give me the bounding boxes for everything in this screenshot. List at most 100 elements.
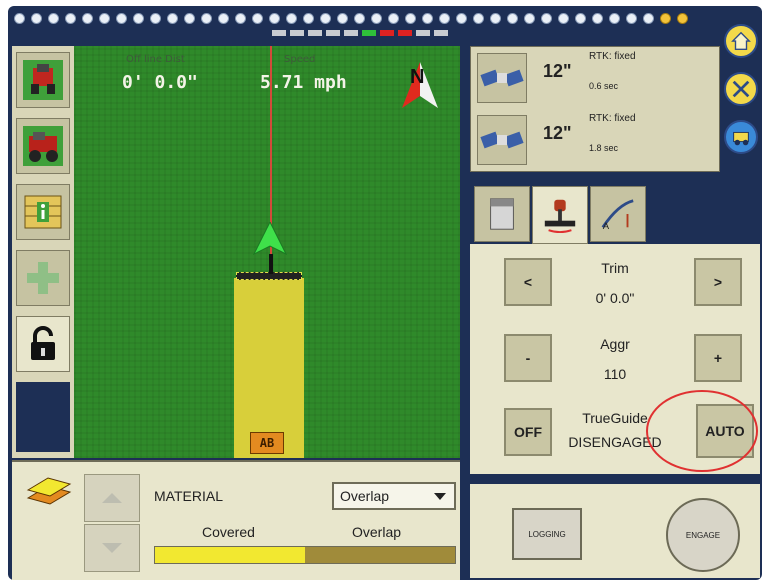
status-dot bbox=[133, 13, 144, 24]
truck-icon bbox=[23, 126, 63, 166]
ab-line-marker[interactable]: AB bbox=[250, 432, 284, 454]
tab-guidance[interactable]: A bbox=[590, 186, 646, 242]
coverage-panel: MATERIAL Overlap Covered Overlap bbox=[12, 460, 460, 580]
aggressiveness-label: Aggr bbox=[600, 336, 630, 352]
status-dot bbox=[507, 13, 518, 24]
coverage-bar bbox=[154, 546, 456, 564]
status-dot bbox=[303, 13, 314, 24]
side-icon-column bbox=[724, 20, 760, 160]
trim-increase-button[interactable]: > bbox=[694, 258, 742, 306]
scroll-down-button[interactable] bbox=[84, 524, 140, 572]
status-dot bbox=[218, 13, 229, 24]
status-dot bbox=[456, 13, 467, 24]
status-dot bbox=[337, 13, 348, 24]
status-dot bbox=[490, 13, 501, 24]
status-dot bbox=[643, 13, 654, 24]
status-dot bbox=[354, 13, 365, 24]
status-dot bbox=[269, 13, 280, 24]
status-led bbox=[290, 30, 304, 36]
tractor-icon bbox=[23, 60, 63, 100]
vehicle-arrow-icon bbox=[252, 222, 288, 256]
vehicle-button[interactable] bbox=[724, 120, 758, 154]
status-dot bbox=[320, 13, 331, 24]
status-dot bbox=[116, 13, 127, 24]
aggressiveness-value: 110 bbox=[603, 366, 627, 382]
status-dot bbox=[184, 13, 195, 24]
settings-tab-bar: A bbox=[470, 182, 760, 244]
aggressiveness-increase-button[interactable]: + bbox=[694, 334, 742, 382]
satellite-icon bbox=[477, 115, 527, 165]
field-info-button[interactable] bbox=[16, 184, 70, 240]
status-dot bbox=[31, 13, 42, 24]
status-dot bbox=[14, 13, 25, 24]
status-dot bbox=[626, 13, 637, 24]
status-led bbox=[434, 30, 448, 36]
tractor-view-button[interactable] bbox=[16, 52, 70, 108]
logging-button[interactable]: LOGGING bbox=[512, 508, 582, 560]
guidance-icon: A bbox=[601, 199, 634, 232]
status-dot bbox=[473, 13, 484, 24]
gps-row: 12" RTK: fixed 0.6 sec bbox=[471, 47, 719, 107]
material-label: MATERIAL bbox=[154, 488, 223, 504]
status-dot bbox=[575, 13, 586, 24]
engage-button[interactable]: ENGAGE bbox=[666, 498, 740, 572]
offline-distance-label: Off line Dist bbox=[126, 54, 185, 65]
auto-highlight-ring bbox=[646, 390, 758, 472]
status-dot bbox=[48, 13, 59, 24]
add-button[interactable] bbox=[16, 250, 70, 306]
trim-decrease-button[interactable]: < bbox=[504, 258, 552, 306]
status-dot bbox=[167, 13, 178, 24]
covered-label: Covered bbox=[202, 524, 255, 540]
tab-spacer bbox=[648, 186, 756, 242]
status-dot bbox=[150, 13, 161, 24]
status-dot bbox=[99, 13, 110, 24]
status-dot bbox=[541, 13, 552, 24]
material-dropdown-value: Overlap bbox=[340, 488, 390, 504]
arrow-up-icon bbox=[102, 493, 122, 503]
status-dot-strip bbox=[8, 6, 762, 32]
status-led bbox=[344, 30, 358, 36]
left-nav bbox=[12, 46, 75, 458]
material-dropdown[interactable]: Overlap bbox=[332, 482, 456, 510]
unlock-icon bbox=[31, 326, 55, 360]
tab-notes[interactable] bbox=[474, 186, 530, 242]
status-dot bbox=[677, 13, 688, 24]
scroll-up-button[interactable] bbox=[84, 474, 140, 522]
speed-label: Speed bbox=[284, 54, 316, 65]
status-led-green bbox=[362, 30, 376, 36]
gps-accuracy-value: 12" bbox=[543, 61, 572, 81]
tools-button[interactable] bbox=[724, 72, 758, 106]
coverage-swath bbox=[234, 278, 304, 458]
trim-value: 0' 0.0" bbox=[595, 290, 635, 306]
gps-fix-status: RTK: fixed bbox=[589, 51, 636, 62]
layers-icon bbox=[26, 477, 72, 505]
field-map[interactable]: Off line Dist 0' 0.0" Speed 5.71 mph N A… bbox=[74, 46, 460, 458]
status-led bbox=[308, 30, 322, 36]
status-led-red bbox=[398, 30, 412, 36]
status-dot bbox=[422, 13, 433, 24]
gps-correction-age: 0.6 sec bbox=[589, 81, 619, 91]
vehicle-setup-button[interactable] bbox=[16, 118, 70, 174]
status-dot bbox=[65, 13, 76, 24]
compass-letter: N bbox=[410, 66, 425, 88]
status-dot bbox=[405, 13, 416, 24]
status-dot bbox=[524, 13, 535, 24]
vehicle-mast bbox=[269, 254, 273, 274]
status-led-red bbox=[380, 30, 394, 36]
status-dot bbox=[592, 13, 603, 24]
status-dot bbox=[388, 13, 399, 24]
tab-implement[interactable] bbox=[532, 186, 588, 244]
gps-row: 12" RTK: fixed 1.8 sec bbox=[471, 109, 719, 169]
coverage-bar-fill bbox=[155, 547, 305, 563]
home-button[interactable] bbox=[724, 24, 758, 58]
offline-distance-value: 0' 0.0" bbox=[122, 72, 198, 93]
status-dot bbox=[252, 13, 263, 24]
gps-status-panel: 12" RTK: fixed 0.6 sec 12" RTK: fixed 1.… bbox=[470, 46, 720, 172]
status-dot bbox=[201, 13, 212, 24]
status-dot bbox=[609, 13, 620, 24]
aggressiveness-decrease-button[interactable]: - bbox=[504, 334, 552, 382]
document-icon bbox=[490, 198, 514, 230]
trueguide-off-button[interactable]: OFF bbox=[504, 408, 552, 456]
trim-label: Trim bbox=[601, 260, 629, 276]
lock-button[interactable] bbox=[16, 316, 70, 372]
